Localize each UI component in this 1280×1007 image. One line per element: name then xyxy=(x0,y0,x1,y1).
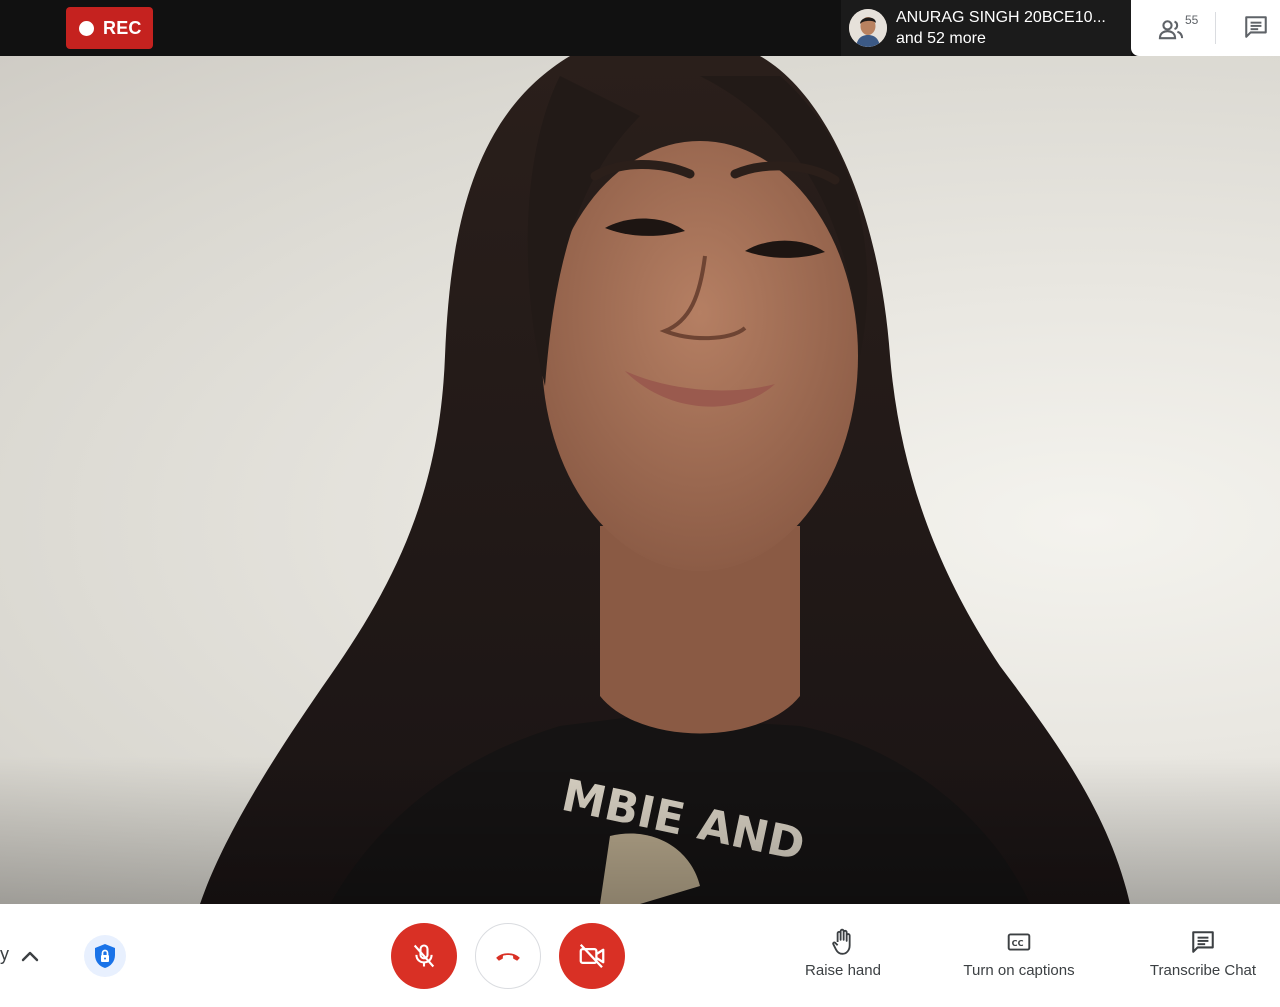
participant-count: 55 xyxy=(1185,13,1199,27)
people-icon xyxy=(1158,20,1184,40)
speaker-name: ANURAG SINGH 20BCE10... xyxy=(896,9,1106,26)
camera-toggle-button[interactable] xyxy=(559,923,625,989)
avatar xyxy=(849,9,887,47)
security-button[interactable] xyxy=(84,935,126,977)
captions-label: Turn on captions xyxy=(963,962,1075,979)
recording-badge: REC xyxy=(66,7,153,49)
chevron-up-icon xyxy=(21,951,39,962)
microphone-toggle-button[interactable] xyxy=(391,923,457,989)
face xyxy=(542,141,858,571)
recording-label: REC xyxy=(103,17,142,38)
phone-hangup-icon xyxy=(496,953,520,961)
meet-window: REC ANURAG SINGH 20BCE10... and 52 more xyxy=(0,0,1280,1007)
chat-icon xyxy=(1192,931,1214,953)
panel-buttons: 55 xyxy=(1131,0,1280,56)
chat-button[interactable] xyxy=(1243,14,1271,42)
bottom-bar: y Raise hand CC Turn on captions Transcr… xyxy=(0,904,1280,1007)
top-bar: REC ANURAG SINGH 20BCE10... and 52 more xyxy=(0,0,1280,56)
hand-icon xyxy=(832,928,851,955)
chat-icon xyxy=(1245,16,1267,38)
svg-text:CC: CC xyxy=(1012,938,1024,948)
captions-button[interactable]: CC Turn on captions xyxy=(952,928,1086,979)
video-frame: MBIE AND xyxy=(0,56,1280,904)
bottom-shade xyxy=(0,756,1280,904)
participant-video: MBIE AND xyxy=(0,56,1280,904)
divider xyxy=(1215,12,1216,44)
active-speaker-chip[interactable]: ANURAG SINGH 20BCE10... and 52 more xyxy=(841,0,1131,56)
leave-call-button[interactable] xyxy=(475,923,541,989)
details-toggle[interactable] xyxy=(18,945,42,969)
people-button[interactable]: 55 xyxy=(1157,12,1203,44)
meeting-details-label[interactable]: y xyxy=(0,944,9,965)
shield-lock-icon xyxy=(95,944,115,968)
speaker-others: and 52 more xyxy=(896,30,986,47)
raise-hand-button[interactable]: Raise hand xyxy=(798,928,888,979)
mic-off-icon xyxy=(413,944,435,968)
record-dot-icon xyxy=(79,20,94,36)
transcribe-chat-button[interactable]: Transcribe Chat xyxy=(1140,928,1266,979)
raise-hand-label: Raise hand xyxy=(805,962,881,979)
transcribe-chat-label: Transcribe Chat xyxy=(1149,962,1257,979)
speaker-text: ANURAG SINGH 20BCE10... and 52 more xyxy=(896,7,1106,49)
camera-off-icon xyxy=(579,943,605,969)
closed-captions-icon: CC xyxy=(1007,933,1031,951)
